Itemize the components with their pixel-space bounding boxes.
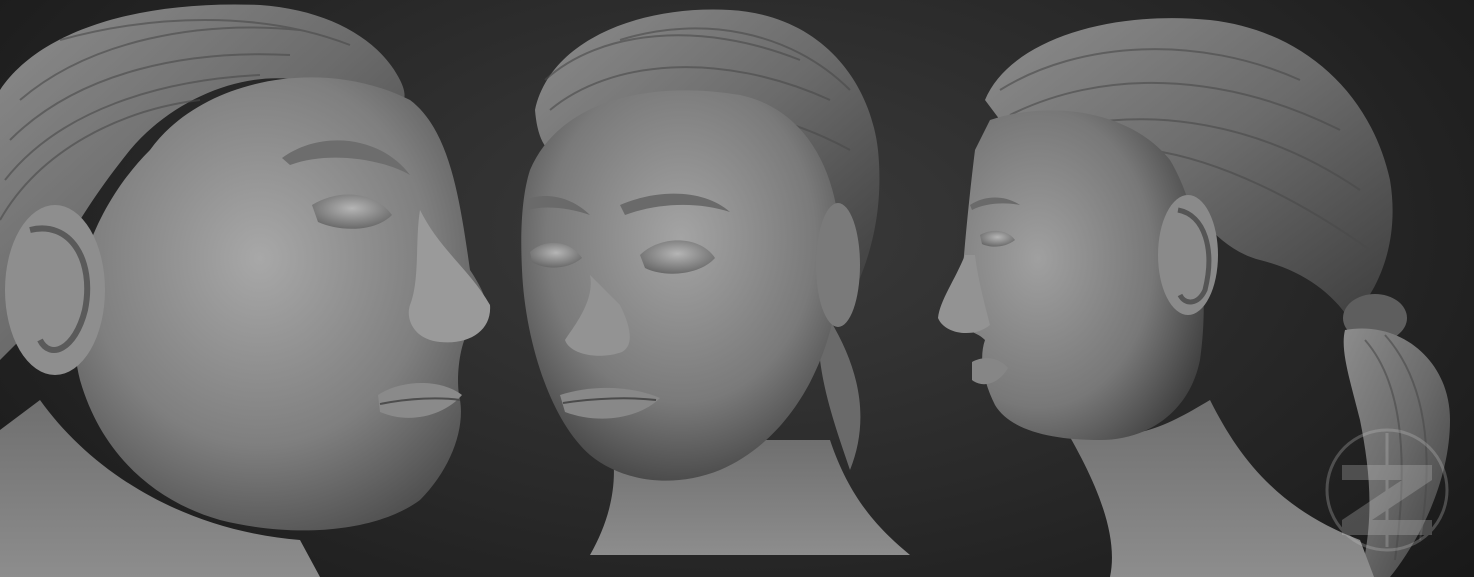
zbrush-logo-icon [1325, 428, 1449, 552]
zbrush-viewport [0, 0, 1474, 577]
sculpt-render [0, 4, 1450, 577]
front-three-quarter-view [521, 9, 910, 555]
three-quarter-low-view [0, 4, 491, 577]
face [521, 90, 841, 481]
ear [816, 203, 860, 327]
